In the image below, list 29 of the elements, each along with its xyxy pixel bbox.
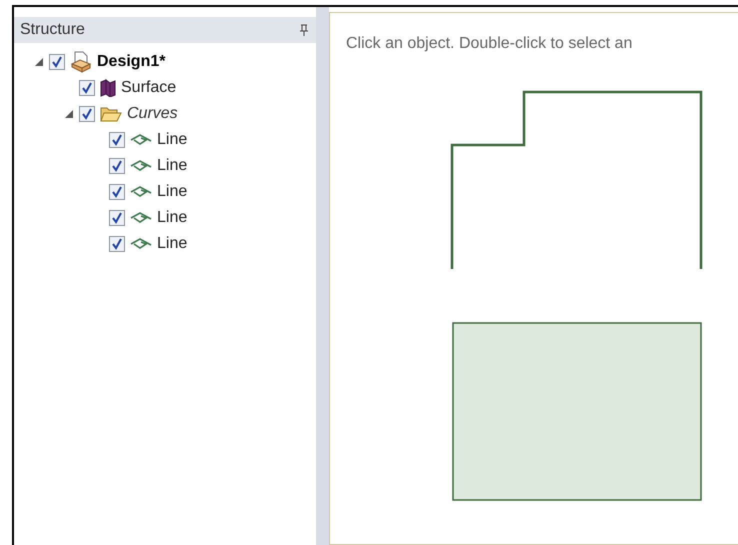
- panel-title: Structure: [20, 21, 85, 39]
- curve-icon: [130, 160, 152, 172]
- tree-item[interactable]: Line: [157, 235, 188, 253]
- checkbox[interactable]: [49, 54, 65, 70]
- tree-item[interactable]: Curves: [127, 105, 178, 123]
- curve-icon: [130, 134, 152, 146]
- checkbox[interactable]: [109, 158, 125, 174]
- tree-item[interactable]: Line: [157, 183, 188, 201]
- curve-icon: [130, 186, 152, 198]
- curve-icon: [130, 238, 152, 250]
- tree-item[interactable]: Line: [157, 157, 188, 175]
- hint-text: Click an object. Double-click to select an: [346, 35, 632, 53]
- folder-icon: [100, 106, 122, 122]
- surface-icon: [100, 79, 116, 97]
- checkbox[interactable]: [109, 184, 125, 200]
- expander-icon[interactable]: [64, 109, 74, 119]
- design-icon: [70, 51, 92, 73]
- pin-icon[interactable]: [300, 24, 308, 36]
- checkbox[interactable]: [79, 80, 95, 96]
- tree-item[interactable]: Line: [157, 209, 188, 227]
- checkbox[interactable]: [109, 132, 125, 148]
- checkbox[interactable]: [79, 106, 95, 122]
- expander-icon[interactable]: [34, 57, 44, 67]
- checkbox[interactable]: [109, 236, 125, 252]
- tree-item[interactable]: Surface: [121, 79, 176, 97]
- tree-item[interactable]: Design1*: [97, 53, 166, 71]
- curve-icon: [130, 212, 152, 224]
- tree-item[interactable]: Line: [157, 131, 188, 149]
- checkbox[interactable]: [109, 210, 125, 226]
